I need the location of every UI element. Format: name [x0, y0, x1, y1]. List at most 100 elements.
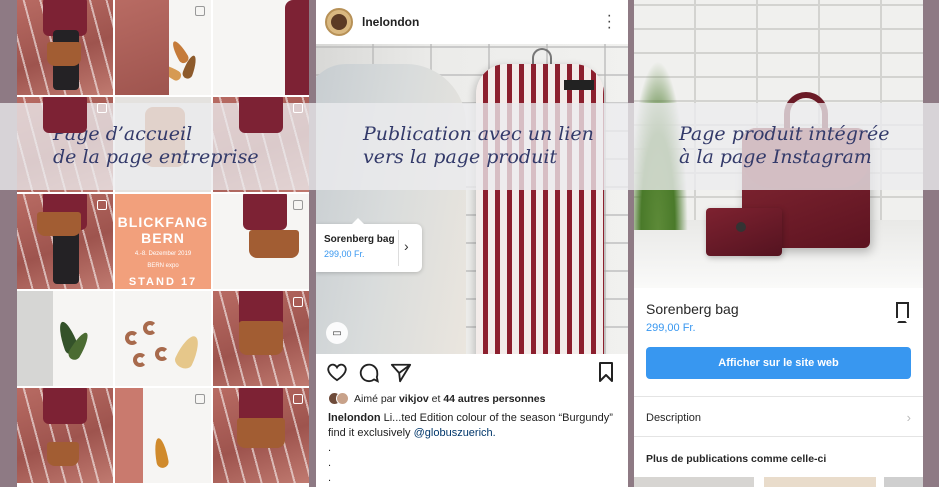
shopping-bag-icon — [293, 103, 303, 113]
event-city: BERN — [141, 230, 185, 246]
avatar — [336, 392, 349, 405]
post-photo-detail — [17, 291, 53, 386]
post-caption: lnelondon Li...ted Edition colour of the… — [328, 411, 620, 441]
overlay-line: Page produit intégrée — [679, 123, 890, 145]
grid-post[interactable] — [213, 0, 309, 95]
caption-dot: . — [328, 442, 332, 454]
post-photo-detail — [47, 42, 81, 66]
post-photo-detail — [564, 80, 594, 90]
liked-prefix: Aimé par — [354, 392, 397, 405]
post-screen: lnelondon · · · Sorenberg bag 299,00 Fr. ›… — [316, 0, 628, 487]
caption-dot: . — [328, 472, 332, 484]
ring-decoration — [155, 347, 169, 361]
post-username[interactable]: lnelondon — [362, 15, 419, 29]
grid-post-event[interactable]: BLICKFANG BERN 4.-8. Dezember 2019 BERN … — [115, 194, 211, 289]
post-photo-detail — [285, 0, 309, 95]
likes-summary[interactable]: Aimé par vikjov et 44 autres personnes — [328, 392, 545, 405]
wallet — [706, 208, 782, 256]
liked-others[interactable]: 44 autres personnes — [443, 393, 545, 405]
grid-post[interactable] — [17, 291, 113, 386]
post-photo-detail — [43, 388, 87, 424]
caption-dots: . . . — [328, 441, 331, 486]
ring-decoration — [143, 321, 157, 335]
related-post-thumbnail[interactable] — [764, 477, 876, 487]
related-post-thumbnail[interactable] — [884, 477, 923, 487]
overlay-line: de la page entreprise — [53, 146, 259, 168]
shopping-bag-icon[interactable]: ▭ — [326, 322, 348, 344]
grid-post[interactable] — [17, 0, 113, 95]
divider — [398, 230, 399, 266]
liked-mid: et — [431, 392, 441, 405]
post-header: lnelondon · · · — [316, 0, 628, 44]
event-dates: 4.-8. Dezember 2019 — [134, 251, 192, 257]
grid-post[interactable] — [17, 194, 113, 289]
overlay-line: vers la page produit — [363, 146, 558, 168]
shopping-bag-icon — [97, 200, 107, 210]
event-venue: BERN expo — [147, 263, 179, 269]
view-on-website-button[interactable]: Afficher sur le site web — [646, 347, 911, 379]
avatar[interactable] — [325, 8, 353, 36]
post-photo-detail — [239, 97, 283, 133]
bookmark-icon[interactable] — [598, 362, 614, 382]
bookmark-icon[interactable] — [896, 302, 909, 323]
grid-post[interactable] — [213, 388, 309, 483]
product-page-screen: Sorenberg bag 299,00 Fr. Afficher sur le… — [634, 0, 923, 487]
liked-user[interactable]: vikjov — [399, 393, 429, 405]
post-image[interactable]: Sorenberg bag 299,00 Fr. › ▭ — [316, 44, 628, 354]
post-photo-detail — [47, 442, 79, 466]
grid-post[interactable] — [213, 194, 309, 289]
post-photo-detail — [37, 212, 81, 236]
product-tag-name: Sorenberg bag — [324, 234, 395, 245]
post-photo-detail — [243, 194, 287, 230]
caption-dot: . — [328, 457, 332, 469]
grid-post[interactable] — [17, 388, 113, 483]
more-posts-heading: Plus de publications comme celle-ci — [646, 453, 827, 465]
post-photo-detail — [239, 321, 283, 355]
event-stand: STAND 17 — [128, 276, 198, 288]
chevron-right-icon: › — [404, 238, 409, 254]
divider — [634, 396, 923, 397]
post-photo-detail — [115, 388, 143, 483]
shopping-bag-icon — [293, 200, 303, 210]
shopping-bag-icon — [195, 394, 205, 404]
event-title: BLICKFANG — [117, 214, 209, 230]
chevron-right-icon[interactable]: › — [907, 410, 911, 425]
shopping-bag-icon — [293, 394, 303, 404]
product-price: 299,00 Fr. — [646, 322, 696, 334]
profile-grid-screen: BLICKFANG BERN 4.-8. Dezember 2019 BERN … — [17, 0, 309, 487]
post-action-bar — [316, 354, 628, 390]
grid-post[interactable] — [115, 388, 211, 483]
product-name: Sorenberg bag — [646, 301, 739, 317]
description-row[interactable]: Description — [646, 412, 701, 424]
caption-username[interactable]: lnelondon — [328, 412, 381, 424]
grid-post[interactable] — [115, 0, 211, 95]
more-vertical-icon[interactable]: · · · — [607, 8, 612, 36]
grid-post[interactable] — [115, 291, 211, 386]
share-icon[interactable] — [390, 362, 412, 384]
leaf-decoration — [152, 437, 170, 469]
leaf-decoration — [172, 332, 204, 372]
related-post-thumbnail[interactable] — [634, 477, 754, 487]
shopping-bag-icon — [195, 6, 205, 16]
post-photo-detail — [249, 230, 299, 258]
divider — [634, 436, 923, 437]
profile-post-grid: BLICKFANG BERN 4.-8. Dezember 2019 BERN … — [17, 0, 309, 483]
shopping-bag-icon — [293, 297, 303, 307]
overlay-line: à la page Instagram — [679, 146, 872, 168]
post-photo-detail — [237, 418, 285, 448]
shopping-bag-icon — [97, 103, 107, 113]
post-photo-detail — [43, 97, 87, 133]
heart-icon[interactable] — [326, 362, 348, 382]
grid-post[interactable] — [213, 291, 309, 386]
caption-mention-link[interactable]: @globuszuerich. — [414, 427, 496, 439]
overlay-line: Publication avec un lien — [363, 123, 594, 145]
post-photo-detail — [115, 0, 169, 95]
product-tag[interactable]: Sorenberg bag 299,00 Fr. › — [316, 218, 422, 272]
caption-overlay-band: Page d’accueil de la page entreprise Pub… — [0, 103, 939, 190]
ring-decoration — [125, 331, 139, 345]
comment-icon[interactable] — [358, 362, 380, 384]
ring-decoration — [133, 353, 147, 367]
overlay-caption-middle: Publication avec un lien vers la page pr… — [363, 123, 594, 169]
product-tag-price: 299,00 Fr. — [324, 249, 365, 259]
overlay-caption-right: Page produit intégrée à la page Instagra… — [679, 123, 889, 169]
